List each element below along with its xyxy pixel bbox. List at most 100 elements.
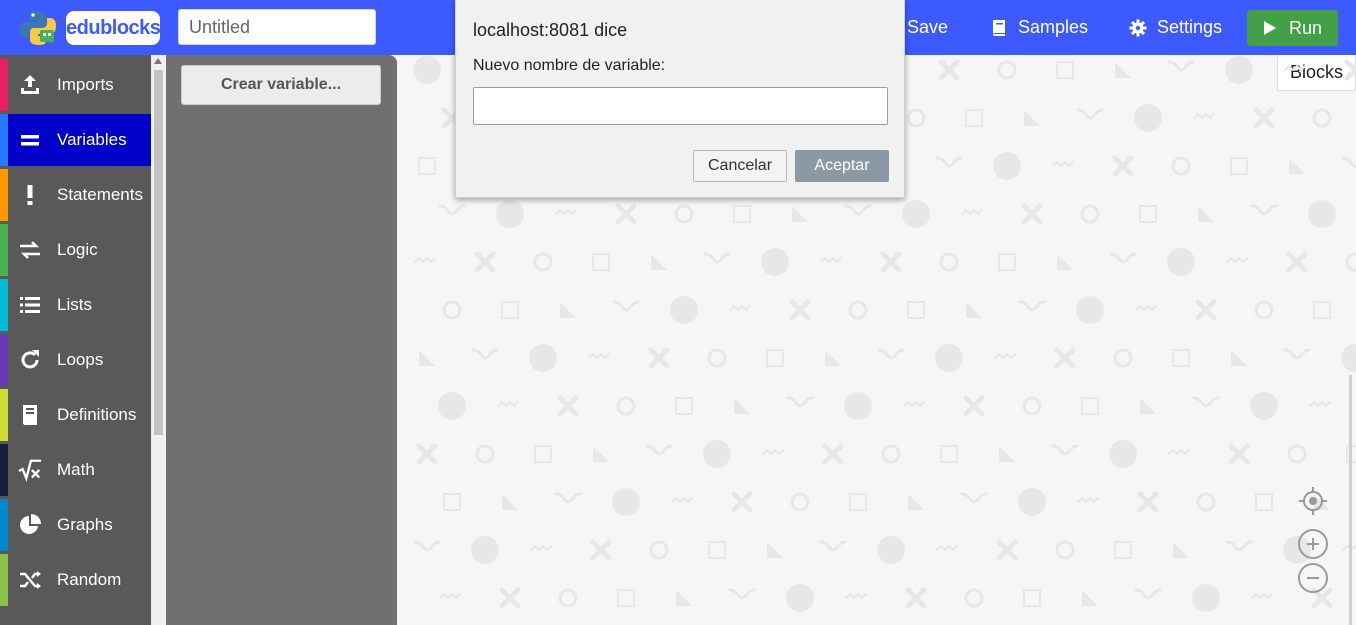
category-color-stripe xyxy=(0,334,8,386)
pattern-shape xyxy=(1139,205,1157,223)
pattern-shape xyxy=(471,348,499,360)
sidebar-item-loops[interactable]: Loops xyxy=(0,334,151,386)
pattern-shape xyxy=(555,208,577,216)
sidebar-item-lists[interactable]: Lists xyxy=(0,279,151,331)
samples-button[interactable]: Samples xyxy=(990,0,1088,55)
pattern-shape xyxy=(670,296,698,324)
pattern-shape xyxy=(964,588,984,608)
sidebar-item-random[interactable]: Random xyxy=(0,554,151,606)
sidebar-item-label: Random xyxy=(57,570,122,589)
pattern-shape xyxy=(416,443,438,465)
pattern-shape xyxy=(1076,296,1104,324)
pattern-shape xyxy=(557,395,579,417)
workspace-scrollbar[interactable] xyxy=(1349,375,1352,625)
scrollbar-thumb[interactable] xyxy=(154,70,163,435)
equals-icon xyxy=(18,128,42,152)
pattern-shape xyxy=(703,252,731,264)
pattern-shape xyxy=(1172,349,1190,367)
pattern-shape xyxy=(1076,108,1104,120)
cancel-button[interactable]: Cancelar xyxy=(693,150,787,182)
pattern-shape xyxy=(822,443,844,465)
pattern-shape xyxy=(593,446,609,462)
pattern-shape xyxy=(474,251,496,273)
sidebar-item-variables[interactable]: Variables xyxy=(0,114,151,166)
pattern-shape xyxy=(1021,203,1043,225)
pattern-shape xyxy=(1250,392,1278,420)
pattern-shape xyxy=(1226,256,1248,264)
pattern-shape xyxy=(1345,252,1356,272)
pattern-shape xyxy=(502,494,518,510)
settings-button[interactable]: Settings xyxy=(1129,0,1222,55)
zoom-in-icon[interactable] xyxy=(1298,529,1328,559)
category-color-stripe xyxy=(0,59,8,111)
sidebar-item-label: Math xyxy=(57,460,95,479)
pattern-shape xyxy=(1022,396,1042,416)
pattern-shape xyxy=(617,589,635,607)
pattern-shape xyxy=(501,301,519,319)
recenter-icon[interactable] xyxy=(1298,486,1328,516)
pattern-shape xyxy=(534,445,552,463)
pattern-shape xyxy=(616,396,636,416)
pattern-shape xyxy=(1140,398,1156,414)
pattern-shape xyxy=(963,395,985,417)
create-variable-label: Crear variable... xyxy=(220,76,342,93)
save-button[interactable]: Save xyxy=(907,0,948,55)
brand-logo: edublocks xyxy=(66,11,161,45)
pattern-shape xyxy=(1308,200,1336,228)
sidebar-item-definitions[interactable]: Definitions xyxy=(0,389,151,441)
blocks-flyout: Crear variable... xyxy=(166,55,397,625)
pattern-shape xyxy=(1253,107,1275,129)
pattern-shape xyxy=(1198,206,1214,222)
pattern-shape xyxy=(1114,541,1132,559)
accept-button[interactable]: Aceptar xyxy=(795,150,889,182)
sidebar-scrollbar[interactable] xyxy=(151,55,166,625)
pattern-shape xyxy=(1254,300,1274,320)
pattern-shape xyxy=(1109,440,1137,468)
pattern-shape xyxy=(880,251,902,273)
pattern-shape xyxy=(443,493,461,511)
pattern-shape xyxy=(533,252,553,272)
list-icon xyxy=(18,293,42,317)
book-icon xyxy=(990,19,1008,37)
sidebar-item-statements[interactable]: Statements xyxy=(0,169,151,221)
sidebar-item-math[interactable]: Math xyxy=(0,444,151,496)
pattern-shape xyxy=(703,440,731,468)
scroll-up-arrow-icon[interactable] xyxy=(154,58,162,64)
pattern-shape xyxy=(767,542,783,558)
exclamation-icon xyxy=(18,183,42,207)
save-label: Save xyxy=(907,17,949,37)
pattern-shape xyxy=(935,156,963,168)
pattern-shape xyxy=(844,204,872,216)
category-color-stripe xyxy=(0,499,8,551)
project-title-input[interactable] xyxy=(178,9,376,45)
sidebar-item-imports[interactable]: Imports xyxy=(0,59,151,111)
pattern-shape xyxy=(762,448,784,456)
pattern-shape xyxy=(438,204,466,216)
pattern-shape xyxy=(1018,488,1046,516)
play-icon xyxy=(1263,20,1277,36)
sidebar-item-label: Definitions xyxy=(57,405,137,424)
pattern-shape xyxy=(1250,204,1278,216)
pattern-shape xyxy=(1192,584,1220,612)
pattern-shape xyxy=(475,444,495,464)
variable-name-input[interactable] xyxy=(473,87,888,125)
pattern-shape xyxy=(994,352,1016,360)
pattern-shape xyxy=(497,400,519,408)
pattern-shape xyxy=(766,349,784,367)
category-color-stripe xyxy=(0,444,8,496)
pattern-shape xyxy=(848,300,868,320)
pattern-shape xyxy=(999,446,1015,462)
pattern-shape xyxy=(1024,110,1040,126)
pattern-shape xyxy=(1195,299,1217,321)
sidebar-item-logic[interactable]: Logic xyxy=(0,224,151,276)
pattern-shape xyxy=(1112,155,1134,177)
create-variable-button[interactable]: Crear variable... xyxy=(181,65,381,105)
book-icon xyxy=(18,403,42,427)
pattern-shape xyxy=(903,400,925,408)
category-color-stripe xyxy=(0,114,8,166)
sidebar-item-graphs[interactable]: Graphs xyxy=(0,499,151,551)
zoom-out-icon[interactable] xyxy=(1298,563,1328,593)
run-button[interactable]: Run xyxy=(1247,10,1338,46)
pattern-shape xyxy=(960,492,988,504)
pattern-shape xyxy=(1230,157,1248,175)
